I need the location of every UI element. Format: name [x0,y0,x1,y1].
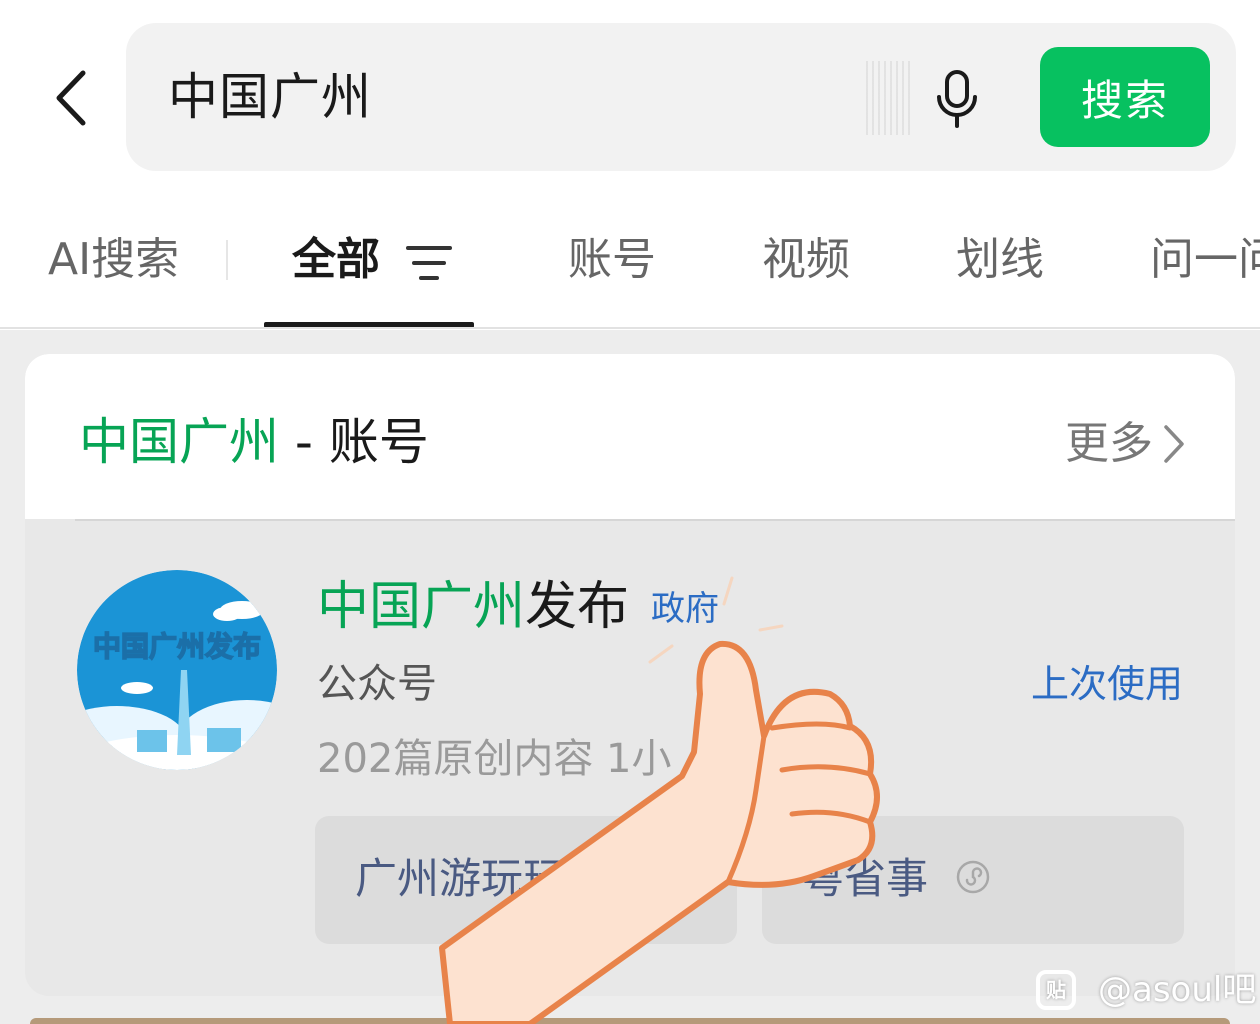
filter-icon[interactable] [406,244,452,282]
chevron-right-icon [1164,425,1184,463]
divider [0,327,1260,329]
account-type: 公众号 [317,661,437,707]
back-button[interactable] [40,62,100,134]
account-name[interactable]: 中国广州发布 [317,574,629,640]
avatar-text: 中国广州发布 [93,630,261,663]
microphone-icon[interactable] [932,69,982,129]
account-result-card: 中国广州 - 账号 更多 中国广州发布 中国广州发布 政府 公众号 上次使用 2… [25,354,1235,996]
tab-all[interactable]: 全部 [292,230,380,290]
search-box[interactable]: 中国广州 搜索 [126,23,1236,171]
government-badge: 政府 [651,589,719,629]
account-name-keyword: 中国广州 [317,577,526,637]
tab-bar: AI搜索 全部 账号 视频 划线 问一问 [0,200,1260,328]
top-bar: 中国广州 搜索 AI搜索 全部 账号 视频 划线 问一问 [0,0,1260,330]
next-result-card [30,1018,1230,1024]
service-label: 广州游玩玩 [355,854,566,903]
watermark-text: @asoul吧 [1098,970,1257,1010]
service-link-guangzhou-travel[interactable]: 广州游玩玩 [315,816,737,944]
section-title-suffix: - 账号 [279,413,429,471]
account-avatar[interactable]: 中国广州发布 [77,570,277,770]
tab-videos[interactable]: 视频 [762,230,850,290]
tab-accounts[interactable]: 账号 [568,230,656,290]
section-title-keyword: 中国广州 [79,413,279,471]
divider [75,519,1235,521]
watermark: 贴 @asoul吧 [1036,966,1256,1014]
tab-highlights[interactable]: 划线 [956,230,1044,290]
section-title: 中国广州 - 账号 [79,410,429,474]
search-input[interactable]: 中国广州 [168,63,372,131]
account-meta: 202篇原创内容 1小 [317,736,672,782]
last-used-label: 上次使用 [1030,662,1183,706]
chevron-left-icon [56,70,86,126]
tab-ask[interactable]: 问一问 [1150,230,1260,290]
more-link-label: 更多 [1065,418,1153,469]
mini-program-icon [956,860,990,894]
more-link[interactable]: 更多 [1065,414,1185,474]
account-name-suffix: 发布 [525,577,630,637]
tieba-logo-icon: 贴 [1036,970,1076,1010]
service-link-yueshengshi[interactable]: 粤省事 [762,816,1184,944]
tab-ai-search[interactable]: AI搜索 [48,230,179,290]
search-button[interactable]: 搜索 [1040,47,1210,147]
card-header: 中国广州 - 账号 更多 [25,354,1235,519]
input-cursor [866,61,910,135]
service-label: 粤省事 [802,854,929,903]
tab-divider [226,240,228,280]
